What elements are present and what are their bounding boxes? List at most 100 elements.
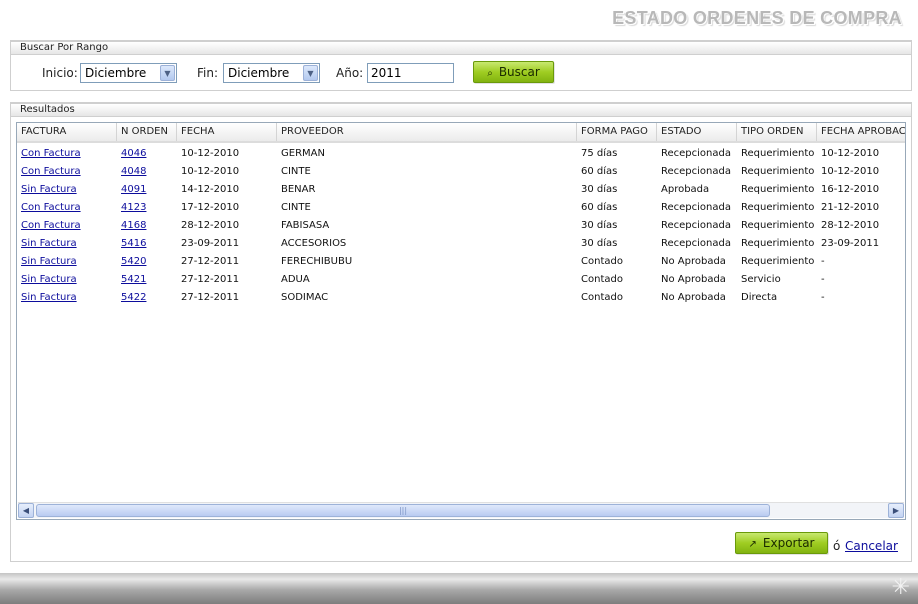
- orden-link[interactable]: 5421: [121, 274, 146, 285]
- cell-estado: Recepcionada: [661, 166, 731, 177]
- search-icon: ⌕: [487, 68, 493, 79]
- column-header-n-orden[interactable]: N ORDEN: [117, 123, 177, 141]
- cell-n-orden: 4123: [117, 199, 177, 217]
- orden-link[interactable]: 4091: [121, 184, 146, 195]
- orden-link[interactable]: 5416: [121, 238, 146, 249]
- chevron-down-icon[interactable]: ▼: [303, 65, 318, 81]
- cell-factura: Sin Factura: [17, 271, 117, 289]
- cell-fecha: 10-12-2010: [181, 166, 240, 177]
- orden-link[interactable]: 4168: [121, 220, 146, 231]
- column-header-fecha[interactable]: FECHA: [177, 123, 277, 141]
- table-row[interactable]: Con Factura 4168 28-12-2010 FABISASA 30 días…: [17, 217, 905, 235]
- cell-estado: No Aprobada: [661, 256, 726, 267]
- inicio-select-value: Diciembre: [85, 66, 147, 80]
- search-panel-header: Buscar Por Rango: [10, 41, 912, 55]
- cell-factura: Con Factura: [17, 217, 117, 235]
- table-row[interactable]: Sin Factura 4091 14-12-2010 BENAR 30 días Apr…: [17, 181, 905, 199]
- cell-proveedor: FERECHIBUBU: [281, 256, 353, 267]
- grid-rows: Con Factura 4046 10-12-2010 GERMAN 75 días Re…: [17, 145, 905, 307]
- table-row[interactable]: Con Factura 4123 17-12-2010 CINTE 60 días Rec…: [17, 199, 905, 217]
- anio-input-value: 2011: [371, 66, 402, 80]
- factura-link[interactable]: Sin Factura: [21, 238, 77, 249]
- factura-link[interactable]: Sin Factura: [21, 256, 77, 267]
- cell-proveedor: ADUA: [281, 274, 310, 285]
- cell-tipo-orden: Directa: [741, 292, 778, 303]
- scroll-right-icon[interactable]: ▶: [888, 503, 904, 518]
- cell-estado: Recepcionada: [661, 202, 731, 213]
- column-header-proveedor[interactable]: PROVEEDOR: [277, 123, 577, 141]
- cell-fecha-aprobacion: 23-09-2011: [821, 238, 880, 249]
- cell-n-orden: 4091: [117, 181, 177, 199]
- footer-bar: ✳: [0, 573, 918, 604]
- cell-factura: Sin Factura: [17, 181, 117, 199]
- cell-forma-pago: 30 días: [581, 220, 618, 231]
- cell-fecha-aprobacion: 16-12-2010: [821, 184, 880, 195]
- orden-link[interactable]: 5420: [121, 256, 146, 267]
- table-row[interactable]: Sin Factura 5422 27-12-2011 SODIMAC Contado N…: [17, 289, 905, 307]
- cell-proveedor: BENAR: [281, 184, 316, 195]
- factura-link[interactable]: Con Factura: [21, 166, 81, 177]
- orden-link[interactable]: 4046: [121, 148, 146, 159]
- factura-link[interactable]: Sin Factura: [21, 274, 77, 285]
- cell-fecha: 27-12-2011: [181, 256, 240, 267]
- column-header-estado[interactable]: ESTADO: [657, 123, 737, 141]
- cell-tipo-orden: Requerimiento: [741, 220, 815, 231]
- orden-link[interactable]: 4048: [121, 166, 146, 177]
- table-row[interactable]: Sin Factura 5420 27-12-2011 FERECHIBUBU Cont…: [17, 253, 905, 271]
- cell-factura: Sin Factura: [17, 253, 117, 271]
- cell-n-orden: 4048: [117, 163, 177, 181]
- factura-link[interactable]: Con Factura: [21, 148, 81, 159]
- inicio-select[interactable]: Diciembre ▼: [80, 63, 177, 83]
- fin-select-value: Diciembre: [228, 66, 290, 80]
- cell-n-orden: 5422: [117, 289, 177, 307]
- cell-fecha-aprobacion: 28-12-2010: [821, 220, 880, 231]
- cell-proveedor: GERMAN: [281, 148, 325, 159]
- buscar-button[interactable]: ⌕ Buscar: [473, 61, 554, 83]
- chevron-down-icon[interactable]: ▼: [160, 65, 175, 81]
- cell-fecha-aprobacion: -: [821, 256, 825, 267]
- results-panel-legend: Resultados: [20, 104, 75, 115]
- cell-fecha: 10-12-2010: [181, 148, 240, 159]
- scroll-left-icon[interactable]: ◀: [18, 503, 34, 518]
- anio-label: Año:: [336, 66, 364, 80]
- factura-link[interactable]: Con Factura: [21, 202, 81, 213]
- cell-factura: Sin Factura: [17, 289, 117, 307]
- cell-estado: Aprobada: [661, 184, 710, 195]
- cell-proveedor: ACCESORIOS: [281, 238, 347, 249]
- orden-link[interactable]: 4123: [121, 202, 146, 213]
- anio-input[interactable]: 2011: [367, 63, 454, 83]
- column-header-tipo-orden[interactable]: TIPO ORDEN: [737, 123, 817, 141]
- factura-link[interactable]: Sin Factura: [21, 292, 77, 303]
- scrollbar-thumb[interactable]: |||: [36, 504, 770, 517]
- fin-label: Fin:: [197, 66, 219, 80]
- cell-estado: Recepcionada: [661, 238, 731, 249]
- table-row[interactable]: Sin Factura 5416 23-09-2011 ACCESORIOS 30 dí…: [17, 235, 905, 253]
- cell-forma-pago: 30 días: [581, 238, 618, 249]
- cell-fecha-aprobacion: -: [821, 292, 825, 303]
- table-row[interactable]: Con Factura 4048 10-12-2010 CINTE 60 días Rec…: [17, 163, 905, 181]
- horizontal-scrollbar[interactable]: ◀ ||| ▶: [18, 502, 904, 518]
- cell-fecha-aprobacion: 10-12-2010: [821, 148, 880, 159]
- factura-link[interactable]: Con Factura: [21, 220, 81, 231]
- column-header-forma-pago[interactable]: FORMA PAGO: [577, 123, 657, 141]
- cell-n-orden: 4168: [117, 217, 177, 235]
- sparkle-icon: ✳: [891, 575, 910, 600]
- table-row[interactable]: Sin Factura 5421 27-12-2011 ADUA Contado No A…: [17, 271, 905, 289]
- cell-tipo-orden: Requerimiento: [741, 184, 815, 195]
- search-panel-legend: Buscar Por Rango: [20, 42, 109, 53]
- cancelar-link[interactable]: Cancelar: [845, 539, 898, 553]
- cell-factura: Sin Factura: [17, 235, 117, 253]
- cell-forma-pago: 60 días: [581, 166, 618, 177]
- grid-header: FACTURA N ORDEN FECHA PROVEEDOR FORMA PA…: [17, 123, 905, 143]
- orden-link[interactable]: 5422: [121, 292, 146, 303]
- cell-forma-pago: Contado: [581, 292, 623, 303]
- table-row[interactable]: Con Factura 4046 10-12-2010 GERMAN 75 días Re…: [17, 145, 905, 163]
- column-header-factura[interactable]: FACTURA: [17, 123, 117, 141]
- column-header-fecha-aprobacion[interactable]: FECHA APROBAC: [817, 123, 905, 141]
- exportar-button[interactable]: ↗ Exportar: [735, 532, 828, 554]
- fin-select[interactable]: Diciembre ▼: [223, 63, 320, 83]
- cell-forma-pago: 30 días: [581, 184, 618, 195]
- cell-proveedor: CINTE: [281, 202, 311, 213]
- cell-fecha: 28-12-2010: [181, 220, 240, 231]
- factura-link[interactable]: Sin Factura: [21, 184, 77, 195]
